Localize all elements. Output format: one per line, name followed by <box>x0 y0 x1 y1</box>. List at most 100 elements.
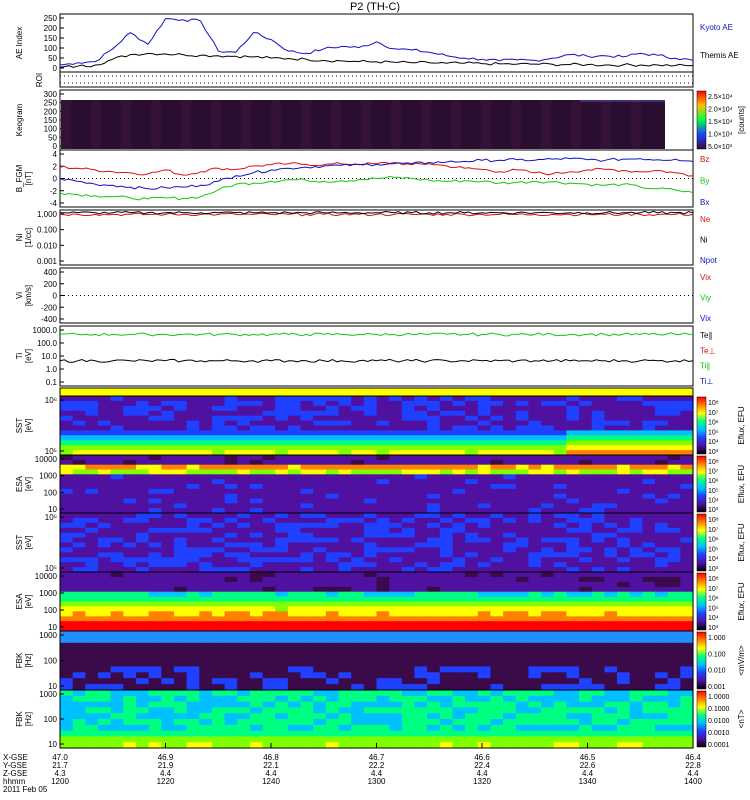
fbk2-cell <box>123 690 137 697</box>
esa2-cell <box>452 596 466 603</box>
sst1-cell <box>199 425 213 431</box>
esa1-cell <box>452 464 466 471</box>
esa1-cell <box>680 488 694 495</box>
sst1-cell <box>528 396 542 402</box>
sst2-cell <box>173 547 188 553</box>
esa1-cell <box>515 493 530 500</box>
fbk1-ylabel: FBK [Hz] <box>15 652 33 668</box>
esa2-cell <box>148 572 162 578</box>
fbk1-cell <box>579 666 593 673</box>
sst2-cell <box>351 517 365 524</box>
sst2-cell <box>60 537 74 544</box>
fbk1-cell <box>338 631 352 638</box>
esa1-cell <box>313 469 327 475</box>
sst1-cell <box>477 396 492 402</box>
fbk2-cell <box>60 690 74 697</box>
esa2-cell <box>161 621 175 627</box>
esa2-cell <box>566 581 580 588</box>
esa2-cell <box>680 606 694 612</box>
esa2-cell <box>325 621 340 627</box>
esa2-cell <box>249 616 264 622</box>
fbk2-cell <box>667 724 681 732</box>
esa2-cell <box>161 576 175 583</box>
esa2-cell <box>680 581 694 588</box>
esa1-cell <box>465 488 479 495</box>
fbk1-cell <box>490 654 504 662</box>
ti-legend: Ti∥ <box>700 362 710 371</box>
fbk2-cell <box>427 724 441 732</box>
esa2-cell <box>249 586 264 593</box>
sst2-cell <box>376 542 390 548</box>
esa2-cell <box>680 586 694 593</box>
esa1-cell <box>136 469 150 475</box>
esa1-cell <box>161 459 175 466</box>
esa2-cell <box>667 611 681 617</box>
fbk2-cell <box>376 713 390 720</box>
esa1-cell <box>325 503 340 509</box>
esa2-cell <box>136 586 150 593</box>
sst1-cell <box>199 396 213 402</box>
sst1-cell <box>224 425 238 431</box>
esa2-cell <box>414 616 428 622</box>
fbk2-cbar-tick: 0.1000 <box>708 706 730 713</box>
fbk1-cell <box>604 642 618 650</box>
fbk1-cell <box>528 672 542 679</box>
esa1-cell <box>136 493 150 500</box>
fbk2-cell <box>376 730 390 737</box>
esa2-cell <box>148 611 162 617</box>
esa1-cell <box>224 479 238 485</box>
sst1-cell <box>199 435 213 441</box>
esa1-cell <box>60 464 74 471</box>
esa1-cell <box>515 498 530 504</box>
fbk1-cell <box>439 666 454 673</box>
fbk2-cell <box>427 736 441 743</box>
fbk2-cell <box>680 724 694 732</box>
sst2-cell <box>465 557 479 563</box>
esa2-cell <box>173 611 188 617</box>
sst2-cell <box>123 522 137 529</box>
esa2-cell <box>566 591 580 598</box>
fbk1-cell <box>591 666 605 673</box>
fbk2-cell <box>300 707 314 714</box>
sst1-cell <box>617 415 631 422</box>
esa2-cell <box>110 616 124 622</box>
sst1-cell <box>655 420 669 427</box>
ti-te-line <box>59 332 694 337</box>
sst2-cell <box>123 547 137 553</box>
fbk2-cell <box>566 690 580 697</box>
sst1-cell <box>224 396 238 402</box>
fbk1-cell <box>439 672 454 679</box>
sst1-cell <box>300 396 314 402</box>
esa2-cell <box>351 596 365 603</box>
esa2-cell <box>553 581 567 588</box>
sst1-cell <box>300 400 314 407</box>
esa1-cell <box>148 488 162 495</box>
fbk2-cell <box>211 724 226 732</box>
esa1-cell <box>617 498 631 504</box>
sst2-cell <box>465 517 479 524</box>
fbk1-cell <box>351 678 365 685</box>
fbk1-cell <box>351 666 365 673</box>
fbk1-cell <box>123 672 137 679</box>
fbk1-cell <box>186 648 200 656</box>
sst2-cell <box>680 513 694 519</box>
sst1-cell <box>199 410 213 417</box>
sst1-cell <box>667 415 681 422</box>
sst1-cell <box>465 396 479 402</box>
ephem-value: 1400 <box>684 777 702 786</box>
sst2-cell <box>427 527 441 534</box>
esa1-cell <box>465 469 479 475</box>
esa2-cell <box>249 621 264 627</box>
esa1-cell <box>503 488 517 495</box>
sst2-cell <box>389 522 403 529</box>
sst2-cell <box>465 562 479 568</box>
ti-ytick: 1000.0 <box>33 326 58 335</box>
esa2-cell <box>490 591 504 598</box>
sst2-cell <box>300 542 314 548</box>
sst2-cell <box>452 532 466 539</box>
fbk1-cell <box>680 654 694 662</box>
esa2-cell <box>237 611 251 617</box>
esa1-cell <box>528 479 542 485</box>
ti-ylabel-text: Ti <box>15 353 24 360</box>
fbk1-cell <box>667 672 681 679</box>
